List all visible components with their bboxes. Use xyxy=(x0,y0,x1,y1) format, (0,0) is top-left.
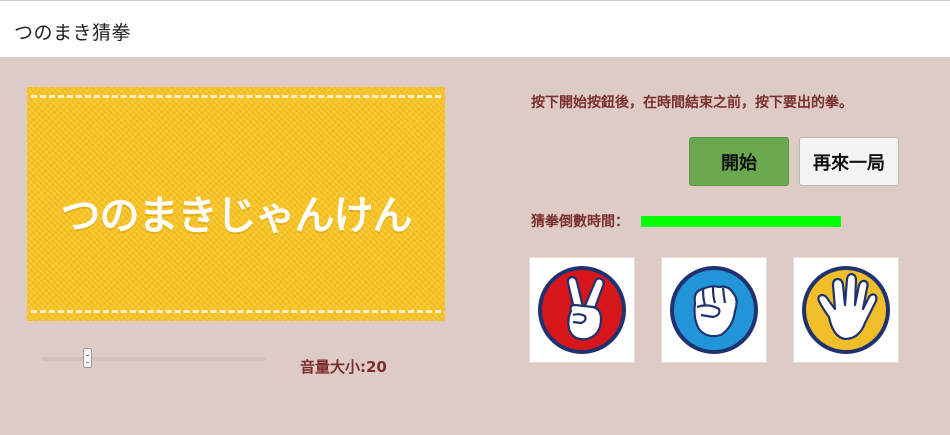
volume-label: 音量大小:20 xyxy=(300,358,387,376)
banner-title-text: つのまきじゃんけん xyxy=(60,193,413,239)
play-again-button[interactable]: 再來一局 xyxy=(799,137,899,186)
top-bar: つのまき猜拳 xyxy=(0,0,950,57)
volume-slider-track[interactable] xyxy=(42,357,266,361)
start-button[interactable]: 開始 xyxy=(689,137,789,186)
page-title: つのまき猜拳 xyxy=(14,22,132,44)
volume-slider[interactable] xyxy=(42,348,266,370)
rock-fist-icon xyxy=(670,266,758,354)
paper-hand-icon xyxy=(802,266,890,354)
volume-slider-thumb[interactable] xyxy=(83,348,92,368)
instruction-text: 按下開始按鈕後，在時間結束之前，按下要出的拳。 xyxy=(531,95,853,111)
paper-button[interactable] xyxy=(793,257,899,363)
title-banner-image: つのまきじゃんけん xyxy=(27,87,445,321)
timer-bar-fill xyxy=(641,216,841,227)
timer-label: 猜拳倒數時間： xyxy=(531,214,629,230)
scissors-button[interactable] xyxy=(529,257,635,363)
scissors-hand-icon xyxy=(538,266,626,354)
banner-stitch-top xyxy=(31,95,441,98)
rock-button[interactable] xyxy=(661,257,767,363)
timer-bar xyxy=(641,216,841,227)
banner-stitch-bottom xyxy=(31,310,441,313)
